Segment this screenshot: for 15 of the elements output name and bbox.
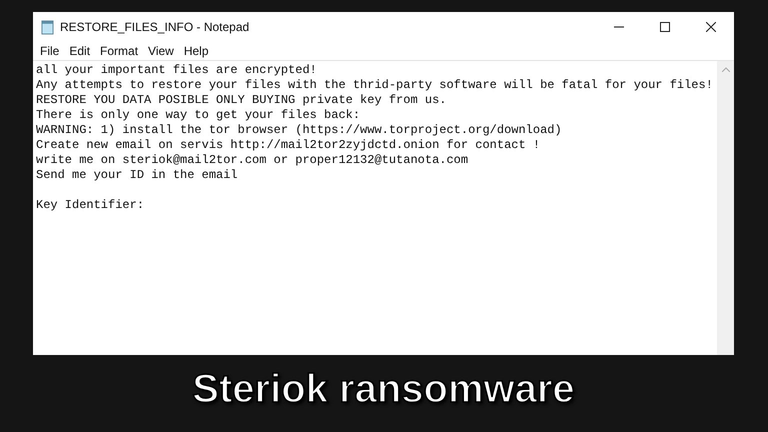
text-line: Any attempts to restore your files with the thrid-party software will be fatal for your files! <box>36 78 714 93</box>
text-line: Key Identifier: <box>36 198 146 213</box>
close-icon <box>706 22 716 32</box>
text-line: write me on steriok@mail2tor.com or proper12132@tutanota.com <box>36 153 470 168</box>
caption-title: Steriok ransomware <box>192 367 575 412</box>
text-line: Send me your ID in the email <box>36 168 239 183</box>
text-line: all your important files are encrypted! <box>36 63 318 78</box>
window-title: RESTORE_FILES_INFO - Notepad <box>60 20 250 34</box>
text-line: WARNING: 1) install the tor browser (https://www.torproject.org/download) <box>36 123 563 138</box>
notepad-icon <box>41 20 54 34</box>
text-line: RESTORE YOU DATA POSIBLE ONLY BUYING private key from us. <box>36 93 448 108</box>
text-line: There is only one way to get your files back: <box>36 108 362 123</box>
text-line: Create new email on servis http://mail2tor2zyjdctd.onion for contact ! <box>36 138 542 153</box>
maximize-icon <box>660 22 670 32</box>
scrollbar[interactable] <box>717 61 734 355</box>
